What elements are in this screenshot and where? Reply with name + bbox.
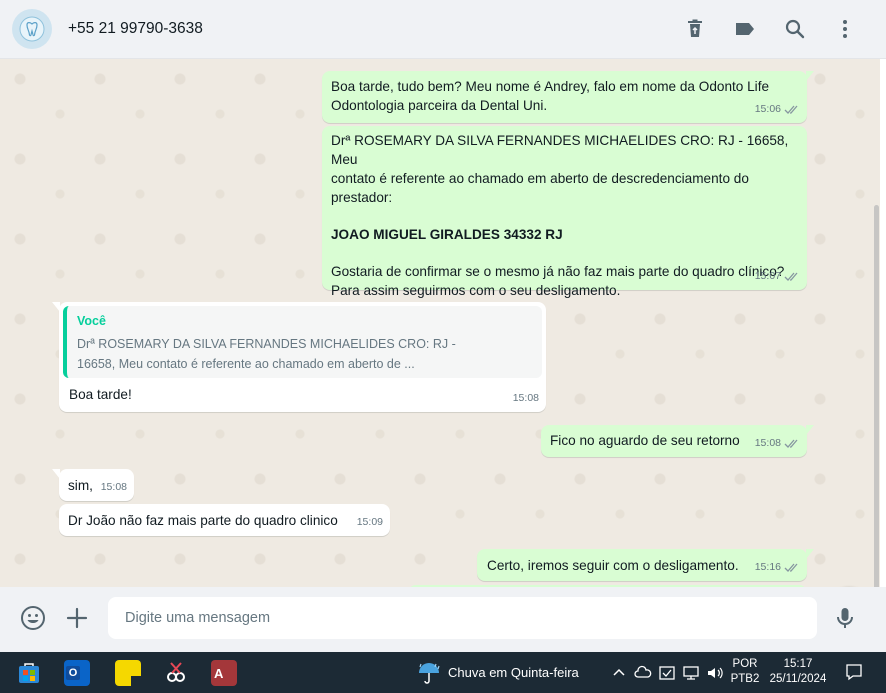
message-time: 15:08 — [754, 437, 781, 449]
rain-umbrella-icon[interactable] — [416, 661, 442, 685]
message-meta: 15:09 — [357, 513, 383, 532]
delete-icon[interactable] — [683, 17, 707, 41]
scrollbar[interactable] — [874, 205, 879, 587]
quote-text-line: Drª ROSEMARY DA SILVA FERNANDES MICHAELI… — [77, 337, 456, 351]
message-meta: 15:08 — [101, 478, 127, 497]
double-check-icon — [784, 105, 798, 114]
message-input[interactable] — [108, 597, 817, 639]
message-incoming[interactable]: sim, 15:08 — [52, 469, 134, 501]
message-text: Dr João não faz mais parte do quadro cli… — [68, 513, 338, 528]
tooth-logo-icon — [19, 16, 45, 42]
message-time: 15:09 — [356, 516, 383, 528]
network-icon[interactable] — [682, 664, 700, 682]
message-text-line: Boa tarde, tudo bem? Meu nome é Andrey, … — [331, 79, 770, 94]
quoted-message[interactable]: Você Drª ROSEMARY DA SILVA FERNANDES MIC… — [63, 306, 542, 378]
contact-name[interactable]: +55 21 99790-3638 — [68, 20, 203, 38]
message-meta: 15:08 — [755, 434, 800, 453]
message-incoming[interactable]: Dr João não faz mais parte do quadro cli… — [59, 504, 390, 536]
message-text: Boa tarde! — [69, 387, 132, 402]
emoji-icon[interactable] — [20, 605, 46, 631]
chat-header: +55 21 99790-3638 — [0, 0, 886, 59]
message-text-line: contato é referente ao chamado em aberto… — [331, 171, 749, 186]
clock-time: 15:17 — [783, 658, 813, 670]
message-text-line: Gostaria de confirmar se o mesmo já não … — [331, 264, 785, 279]
message-outgoing[interactable]: Drª ROSEMARY DA SILVA FERNANDES MICHAELI… — [322, 126, 807, 298]
message-time: 15:06 — [754, 103, 781, 115]
message-outgoing[interactable]: Fico no aguardo de seu retorno 15:08 — [541, 425, 814, 457]
sticky-notes-icon[interactable] — [115, 660, 141, 686]
access-icon[interactable]: A — [211, 660, 237, 686]
snipping-tool-icon[interactable] — [163, 660, 189, 686]
language-bottom: PTB2 — [730, 673, 760, 685]
quote-author: Você — [77, 314, 106, 328]
message-time: 15:07 — [754, 270, 781, 282]
message-time: 15:08 — [100, 481, 127, 493]
message-text-line: Drª ROSEMARY DA SILVA FERNANDES MICHAELI… — [331, 133, 789, 167]
message-incoming[interactable]: Você Drª ROSEMARY DA SILVA FERNANDES MIC… — [52, 302, 546, 412]
chevron-up-icon[interactable] — [610, 664, 628, 682]
message-text-line: prestador: — [331, 190, 393, 205]
taskbar: O A Chuva em Quinta-feira POR PTB2 15:17… — [0, 652, 886, 693]
message-time: 15:16 — [754, 561, 781, 573]
plus-icon[interactable] — [64, 605, 90, 631]
chat-area[interactable]: Boa tarde, tudo bem? Meu nome é Andrey, … — [0, 59, 880, 587]
language-top: POR — [732, 658, 758, 670]
double-check-icon — [784, 272, 798, 281]
message-outgoing[interactable]: Certo, iremos seguir com o desligamento.… — [477, 549, 814, 581]
message-meta: 15:06 — [755, 100, 800, 119]
microphone-icon[interactable] — [832, 605, 858, 631]
search-icon[interactable] — [783, 17, 807, 41]
message-outgoing[interactable]: Boa tarde, tudo bem? Meu nome é Andrey, … — [322, 71, 814, 123]
label-icon[interactable] — [733, 17, 757, 41]
message-meta: 15:16 — [755, 558, 800, 577]
outlook-icon[interactable]: O — [64, 660, 90, 686]
language-indicator[interactable]: POR PTB2 — [729, 657, 761, 687]
cloud-sync-icon[interactable] — [634, 664, 652, 682]
message-text: Certo, iremos seguir com o desligamento. — [487, 558, 739, 573]
avatar[interactable] — [12, 9, 52, 49]
weather-text[interactable]: Chuva em Quinta-feira — [448, 665, 579, 680]
quote-text-line: 16658, Meu contato é referente ao chamad… — [77, 357, 415, 371]
message-text-line: Odontologia parceira da Dental Uni. — [331, 98, 548, 113]
menu-icon[interactable] — [833, 17, 857, 41]
message-meta: 15:07 — [755, 267, 800, 286]
message-meta: 15:08 — [513, 389, 539, 408]
clock[interactable]: 15:17 25/11/2024 — [764, 657, 832, 687]
double-check-icon — [784, 439, 798, 448]
notification-icon[interactable] — [845, 663, 863, 681]
message-text-line: Para assim seguirmos com o seu desligame… — [331, 283, 621, 298]
message-time: 15:08 — [512, 392, 539, 404]
double-check-icon — [784, 563, 798, 572]
security-icon[interactable] — [658, 664, 676, 682]
message-bold-text: JOAO MIGUEL GIRALDES 34332 RJ — [331, 227, 563, 242]
clock-date: 25/11/2024 — [769, 673, 827, 685]
composer — [0, 587, 886, 652]
store-icon[interactable] — [16, 660, 42, 686]
speaker-icon[interactable] — [706, 664, 724, 682]
